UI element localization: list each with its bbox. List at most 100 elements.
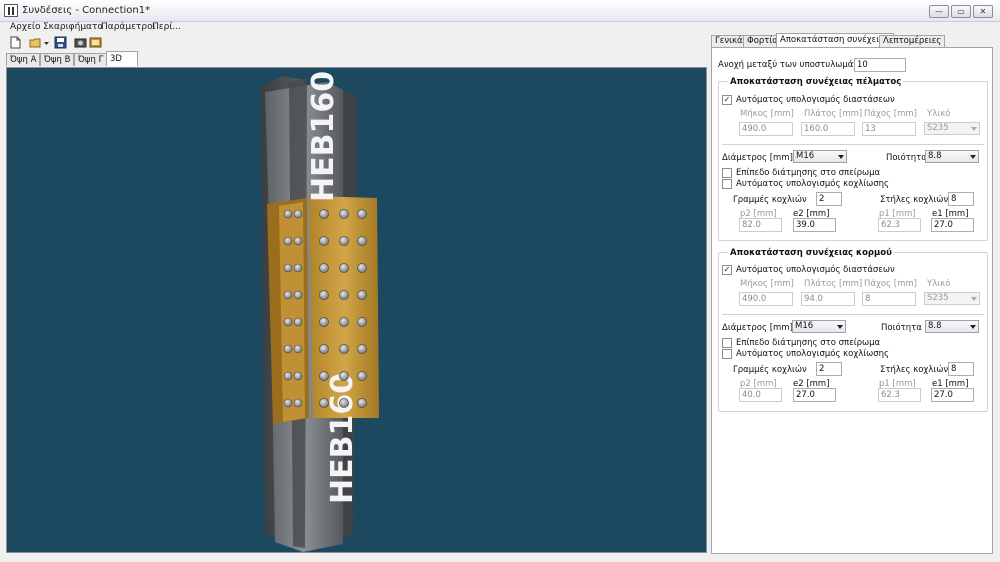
- flange-diameter-value: M16: [796, 151, 815, 161]
- bolt-head: [339, 371, 349, 381]
- tab-general[interactable]: Γενικά: [711, 35, 747, 47]
- web-e1-input[interactable]: 27.0: [931, 388, 974, 402]
- flange-length-label: Μήκος [mm]: [740, 109, 794, 119]
- title-bar: Συνδέσεις - Connection1* — ▭ ✕: [0, 0, 1000, 22]
- image-export-icon[interactable]: [89, 36, 102, 49]
- web-auto-bolts-checkbox[interactable]: [722, 349, 732, 359]
- web-e2-input[interactable]: 27.0: [793, 388, 836, 402]
- menu-sketches[interactable]: Σκαριφήματα: [43, 22, 103, 32]
- tab-view-b[interactable]: Όψη Β: [40, 53, 75, 66]
- bolt-head: [357, 371, 367, 381]
- web-material-label: Υλικό: [927, 279, 951, 289]
- flange-p2-input[interactable]: 82.0: [739, 218, 782, 232]
- 3d-viewport[interactable]: HEB160 HEB160: [6, 67, 707, 553]
- minimize-button[interactable]: —: [929, 5, 949, 18]
- web-shear-plane-checkbox[interactable]: [722, 338, 732, 348]
- bolt-head: [293, 263, 303, 273]
- bolt-head: [293, 317, 303, 327]
- bolt-head: [339, 290, 349, 300]
- web-auto-bolts-label: Αυτόματος υπολογισμός κοχλίωσης: [736, 349, 890, 359]
- web-width-input[interactable]: 94.0: [801, 292, 855, 306]
- bolt-head: [293, 209, 303, 219]
- bolt-head: [283, 290, 293, 300]
- tab-details[interactable]: Λεπτομέρειες: [879, 35, 946, 47]
- tab-view-c[interactable]: Όψη Γ: [74, 53, 108, 66]
- flange-length-input[interactable]: 490.0: [739, 122, 793, 136]
- bolt-head: [357, 317, 367, 327]
- menu-about[interactable]: Περί...: [152, 22, 181, 32]
- tab-3d[interactable]: 3D: [106, 51, 138, 66]
- web-cols-input[interactable]: 8: [948, 362, 974, 376]
- web-rows-input[interactable]: 2: [816, 362, 842, 376]
- open-folder-icon[interactable]: [29, 36, 42, 49]
- maximize-button[interactable]: ▭: [951, 5, 971, 18]
- web-material-value: S235: [927, 293, 949, 303]
- flange-thickness-input[interactable]: 13: [862, 122, 916, 136]
- bolt-head: [283, 344, 293, 354]
- flange-p1-input[interactable]: 62.3: [878, 218, 921, 232]
- profile-label-top: HEB160: [306, 71, 341, 202]
- menu-file[interactable]: Αρχείο: [10, 22, 41, 32]
- flange-auto-bolts-label: Αυτόματος υπολογισμός κοχλίωσης: [736, 179, 890, 189]
- properties-panel: Ανοχή μεταξύ των υποστυλωμάτων 10 Αποκατ…: [711, 47, 993, 554]
- menu-parameters[interactable]: Παράμετροι: [101, 22, 156, 32]
- flange-rows-input[interactable]: 2: [816, 192, 842, 206]
- flange-width-input[interactable]: 160.0: [801, 122, 855, 136]
- web-p2-input[interactable]: 40.0: [739, 388, 782, 402]
- flange-auto-bolts-checkbox[interactable]: [722, 179, 732, 189]
- bolt-head: [319, 344, 329, 354]
- flange-material-select[interactable]: S235: [924, 122, 980, 135]
- web-p1-input[interactable]: 62.3: [878, 388, 921, 402]
- flange-cols-label: Στήλες κοχλιών: [880, 195, 949, 205]
- bolt-head: [339, 317, 349, 327]
- bolt-head: [357, 209, 367, 219]
- bolt-head: [357, 236, 367, 246]
- profile-label-bottom: HEB160: [325, 373, 360, 504]
- bolt-head: [293, 236, 303, 246]
- bolt-head: [339, 263, 349, 273]
- bolt-head: [319, 290, 329, 300]
- camera-icon[interactable]: [74, 36, 87, 49]
- bolt-head: [283, 236, 293, 246]
- flange-diameter-label: Διάμετρος [mm]: [722, 153, 793, 163]
- flange-group-title: Αποκατάσταση συνέχειας πέλματος: [728, 77, 904, 87]
- bolt-head: [357, 344, 367, 354]
- gap-input[interactable]: 10: [854, 58, 906, 72]
- flange-width-label: Πλάτος [mm]: [804, 109, 863, 119]
- bolt-head: [339, 236, 349, 246]
- web-length-input[interactable]: 490.0: [739, 292, 793, 306]
- web-thickness-input[interactable]: 8: [862, 292, 916, 306]
- flange-shear-plane-checkbox[interactable]: [722, 168, 732, 178]
- web-diameter-select[interactable]: M16: [792, 320, 846, 333]
- save-icon[interactable]: [54, 36, 67, 49]
- app-icon: [4, 4, 18, 17]
- web-auto-dims-checkbox[interactable]: ✓: [722, 265, 732, 275]
- bolt-head: [319, 209, 329, 219]
- flange-rows-label: Γραμμές κοχλιών: [733, 195, 807, 205]
- web-quality-label: Ποιότητα: [881, 323, 922, 333]
- close-button[interactable]: ✕: [973, 5, 993, 18]
- chevron-down-icon[interactable]: [43, 36, 50, 49]
- web-quality-select[interactable]: 8.8: [925, 320, 979, 333]
- flange-cols-input[interactable]: 8: [948, 192, 974, 206]
- bolt-head: [283, 398, 293, 408]
- flange-e1-input[interactable]: 27.0: [931, 218, 974, 232]
- flange-quality-select[interactable]: 8.8: [925, 150, 979, 163]
- web-width-label: Πλάτος [mm]: [804, 279, 863, 289]
- bolt-head: [339, 209, 349, 219]
- web-material-select[interactable]: S235: [924, 292, 980, 305]
- bolt-head: [319, 398, 329, 408]
- flange-auto-dims-checkbox[interactable]: ✓: [722, 95, 732, 105]
- flange-shear-plane-label: Επίπεδο διάτμησης στο σπείρωμα: [736, 168, 881, 178]
- web-group-title: Αποκατάσταση συνέχειας κορμού: [728, 248, 894, 258]
- web-shear-plane-label: Επίπεδο διάτμησης στο σπείρωμα: [736, 338, 881, 348]
- tab-view-a[interactable]: Όψη Α: [6, 53, 41, 66]
- bolt-head: [293, 371, 303, 381]
- flange-material-value: S235: [927, 123, 949, 133]
- new-file-icon[interactable]: [9, 36, 22, 49]
- flange-e2-input[interactable]: 39.0: [793, 218, 836, 232]
- bolt-head: [357, 398, 367, 408]
- flange-diameter-select[interactable]: M16: [793, 150, 847, 163]
- bolt-head: [293, 290, 303, 300]
- tab-continuity[interactable]: Αποκατάσταση συνέχειας: [776, 33, 894, 47]
